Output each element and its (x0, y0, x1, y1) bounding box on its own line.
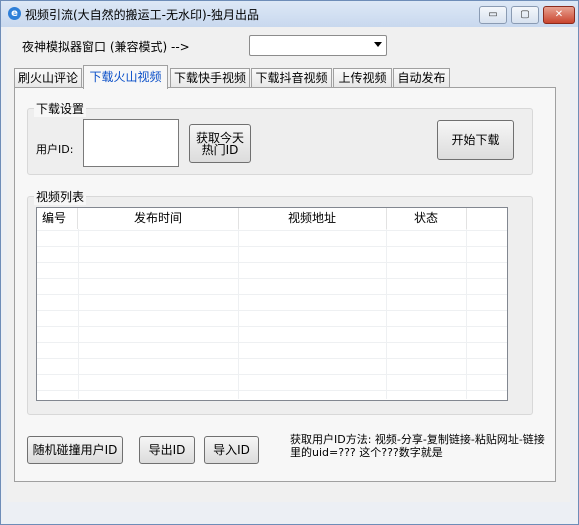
title-bar[interactable]: e 视频引流(大自然的搬运工-无水印)-独月出品 ▭ ▢ ✕ (1, 1, 578, 27)
grid-line (238, 229, 239, 399)
tab-download-huoshan-video[interactable]: 下载火山视频 (83, 65, 168, 89)
grid-line (37, 294, 507, 295)
grid-line (37, 390, 507, 391)
grid-line (37, 358, 507, 359)
grid-line (386, 229, 387, 399)
window-title: 视频引流(大自然的搬运工-无水印)-独月出品 (25, 8, 260, 22)
grid-line (78, 229, 79, 399)
grid-line (466, 229, 467, 399)
emulator-window-select[interactable] (249, 35, 387, 56)
emulator-window-label: 夜神模拟器窗口 (兼容模式) --> (22, 40, 190, 54)
minimize-button[interactable]: ▭ (479, 6, 507, 24)
start-download-button[interactable]: 开始下载 (437, 120, 514, 160)
column-header-status[interactable]: 状态 (386, 208, 467, 229)
grid-line (37, 342, 507, 343)
video-list-table[interactable]: 编号 发布时间 视频地址 状态 (36, 207, 508, 401)
app-icon: e (8, 7, 21, 20)
download-settings-title: 下载设置 (34, 100, 87, 117)
video-list-group: 视频列表 编号 发布时间 视频地址 状态 (27, 188, 533, 415)
grid-line (37, 278, 507, 279)
close-button[interactable]: ✕ (543, 6, 575, 24)
tab-panel-download-huoshan: 下载设置 用户ID: 获取今天 热门ID 开始下载 视频列表 编号 发布时间 视… (14, 87, 556, 482)
column-header-publish-time[interactable]: 发布时间 (78, 208, 239, 229)
grid-line (37, 326, 507, 327)
grid-line (37, 262, 507, 263)
tab-brush-huoshan-comments[interactable]: 刷火山评论 (14, 68, 82, 88)
tab-upload-video[interactable]: 上传视频 (333, 68, 392, 88)
download-settings-group: 下载设置 用户ID: 获取今天 热门ID 开始下载 (27, 100, 533, 175)
grid-line (37, 230, 507, 231)
chevron-down-icon (374, 42, 382, 47)
maximize-button[interactable]: ▢ (511, 6, 539, 24)
column-header-video-url[interactable]: 视频地址 (238, 208, 387, 229)
tab-download-douyin-video[interactable]: 下载抖音视频 (251, 68, 332, 88)
tab-download-kuaishou-video[interactable]: 下载快手视频 (170, 68, 250, 88)
grid-line (37, 374, 507, 375)
random-collide-user-id-button[interactable]: 随机碰撞用户ID (27, 436, 123, 464)
import-id-button[interactable]: 导入ID (204, 436, 259, 464)
column-header-number[interactable]: 编号 (37, 208, 78, 229)
export-id-button[interactable]: 导出ID (139, 436, 195, 464)
user-id-input[interactable] (83, 119, 179, 167)
tab-auto-publish[interactable]: 自动发布 (393, 68, 450, 88)
video-list-title: 视频列表 (34, 188, 87, 205)
user-id-label: 用户ID: (36, 143, 74, 156)
user-id-help-text: 获取用户ID方法: 视频-分享-复制链接-粘贴网址-链接里的uid=??? 这个… (290, 433, 545, 459)
grid-line (37, 310, 507, 311)
grid-line (37, 246, 507, 247)
get-today-hot-id-button[interactable]: 获取今天 热门ID (189, 124, 251, 163)
